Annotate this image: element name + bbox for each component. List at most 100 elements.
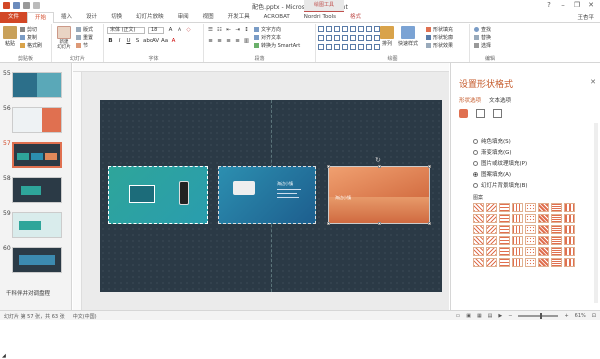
- pattern-swatch[interactable]: [473, 203, 484, 212]
- tab-home[interactable]: 开始: [27, 11, 55, 23]
- pattern-swatch[interactable]: [538, 247, 549, 256]
- shape-fill-button[interactable]: 形状填充: [426, 26, 453, 33]
- align-center-icon[interactable]: ≡: [216, 38, 223, 45]
- resize-handle[interactable]: [378, 165, 381, 168]
- select-button[interactable]: 选择: [474, 42, 491, 49]
- tab-developer[interactable]: 开发工具: [221, 12, 257, 23]
- increase-indent-icon[interactable]: ⇥: [234, 27, 241, 34]
- pattern-swatch[interactable]: [564, 258, 575, 267]
- slide-image-teal[interactable]: [108, 166, 208, 224]
- pattern-swatch[interactable]: [538, 258, 549, 267]
- char-spacing-icon[interactable]: AV: [152, 38, 159, 45]
- section-label[interactable]: 千科伴并对调盘程: [6, 289, 50, 297]
- tab-view[interactable]: 视图: [196, 12, 221, 23]
- reset-button[interactable]: 重置: [76, 34, 93, 41]
- pane-scrollbar[interactable]: [594, 123, 598, 303]
- resize-handle[interactable]: [378, 222, 381, 225]
- zoom-out-icon[interactable]: −: [508, 313, 512, 319]
- language-indicator[interactable]: 中文(中国): [73, 313, 97, 320]
- justify-icon[interactable]: ≡: [234, 38, 241, 45]
- change-case-icon[interactable]: Aa: [161, 38, 168, 45]
- align-left-icon[interactable]: ≡: [207, 38, 214, 45]
- pattern-swatch[interactable]: [486, 214, 497, 223]
- rotate-handle-icon[interactable]: ↻: [375, 156, 381, 164]
- pattern-swatch[interactable]: [486, 236, 497, 245]
- zoom-in-icon[interactable]: +: [564, 313, 568, 319]
- bold-icon[interactable]: B: [107, 38, 114, 45]
- tab-acrobat[interactable]: ACROBAT: [257, 12, 297, 23]
- close-icon[interactable]: ✕: [590, 78, 596, 86]
- pattern-swatch[interactable]: [512, 236, 523, 245]
- slide-thumbnail[interactable]: [12, 247, 62, 273]
- arrange-button[interactable]: 排列: [380, 26, 394, 47]
- pattern-swatch[interactable]: [564, 247, 575, 256]
- tab-shape-options[interactable]: 形状选项: [459, 96, 481, 104]
- tab-file[interactable]: 文件: [0, 11, 28, 23]
- zoom-level[interactable]: 61%: [575, 313, 586, 319]
- strikethrough-icon[interactable]: S: [134, 38, 141, 45]
- shrink-font-icon[interactable]: A: [176, 27, 183, 34]
- section-button[interactable]: 节: [76, 42, 88, 49]
- pattern-swatch[interactable]: [473, 247, 484, 256]
- font-color-icon[interactable]: A: [170, 38, 177, 45]
- solid-fill-radio[interactable]: 纯色填充(S): [473, 137, 511, 145]
- resize-handle[interactable]: [428, 222, 431, 225]
- picture-fill-radio[interactable]: 图片或纹理填充(P): [473, 159, 527, 167]
- pattern-swatch[interactable]: [525, 236, 536, 245]
- pattern-swatch[interactable]: [525, 214, 536, 223]
- clear-format-icon[interactable]: ◇: [185, 27, 192, 34]
- fit-slide-icon[interactable]: ⊡: [592, 313, 596, 319]
- slide-sorter-icon[interactable]: ▦: [477, 313, 482, 319]
- resize-handle[interactable]: [327, 165, 330, 168]
- slide-thumbnail[interactable]: [12, 177, 62, 203]
- pattern-swatch[interactable]: [499, 203, 510, 212]
- shape-effects-button[interactable]: 形状效果: [426, 42, 453, 49]
- pattern-swatch[interactable]: [512, 214, 523, 223]
- pattern-swatch[interactable]: [473, 236, 484, 245]
- pattern-swatch[interactable]: [564, 225, 575, 234]
- gradient-fill-radio[interactable]: 渐变填充(G): [473, 148, 512, 156]
- pattern-swatch[interactable]: [473, 225, 484, 234]
- italic-icon[interactable]: I: [116, 38, 123, 45]
- pattern-swatch[interactable]: [486, 247, 497, 256]
- layout-button[interactable]: 版式: [76, 26, 93, 33]
- tab-insert[interactable]: 插入: [54, 12, 79, 23]
- pattern-swatch[interactable]: [512, 225, 523, 234]
- pattern-swatch[interactable]: [564, 214, 575, 223]
- slide-thumbnail[interactable]: [12, 142, 62, 168]
- shapes-gallery[interactable]: [318, 26, 380, 52]
- font-size-select[interactable]: 18: [148, 27, 164, 34]
- slide-image-blue[interactable]: 海边小镇: [218, 166, 316, 224]
- align-right-icon[interactable]: ≡: [225, 38, 232, 45]
- shadow-icon[interactable]: abc: [143, 38, 153, 45]
- shape-outline-button[interactable]: 形状轮廓: [426, 34, 453, 41]
- pattern-swatch[interactable]: [499, 214, 510, 223]
- pattern-swatch[interactable]: [551, 203, 562, 212]
- format-painter-button[interactable]: 格式刷: [20, 42, 42, 49]
- new-slide-button[interactable]: 新建 幻灯片: [55, 26, 73, 50]
- pattern-swatch[interactable]: [499, 225, 510, 234]
- cut-button[interactable]: 剪切: [20, 26, 37, 33]
- pattern-swatch[interactable]: [538, 225, 549, 234]
- pattern-fill-radio[interactable]: 图案填充(A): [473, 170, 511, 178]
- pattern-swatch[interactable]: [551, 225, 562, 234]
- pattern-swatch[interactable]: [512, 258, 523, 267]
- pattern-swatch[interactable]: [538, 203, 549, 212]
- copy-button[interactable]: 复制: [20, 34, 37, 41]
- normal-view-icon[interactable]: ▣: [466, 313, 471, 319]
- smartart-button[interactable]: 转换为 SmartArt: [254, 42, 300, 49]
- current-slide[interactable]: 海边小镇 海边小镇 ↻: [100, 100, 442, 292]
- tab-nordri-tools[interactable]: Nordri Tools: [297, 12, 343, 23]
- find-button[interactable]: 查找: [474, 26, 491, 33]
- decrease-indent-icon[interactable]: ⇤: [225, 27, 232, 34]
- numbering-icon[interactable]: ☷: [216, 27, 223, 34]
- slide-thumbnail[interactable]: [12, 212, 62, 238]
- slide-thumbnail[interactable]: [12, 72, 62, 98]
- pattern-swatch[interactable]: [473, 214, 484, 223]
- close-button[interactable]: ✕: [584, 0, 598, 10]
- resize-handle[interactable]: [428, 165, 431, 168]
- slide-image-orange[interactable]: 海边小镇: [327, 165, 431, 225]
- tab-text-options[interactable]: 文本选项: [489, 96, 511, 104]
- thumbnail-57[interactable]: 57: [0, 139, 72, 169]
- pattern-swatch[interactable]: [551, 258, 562, 267]
